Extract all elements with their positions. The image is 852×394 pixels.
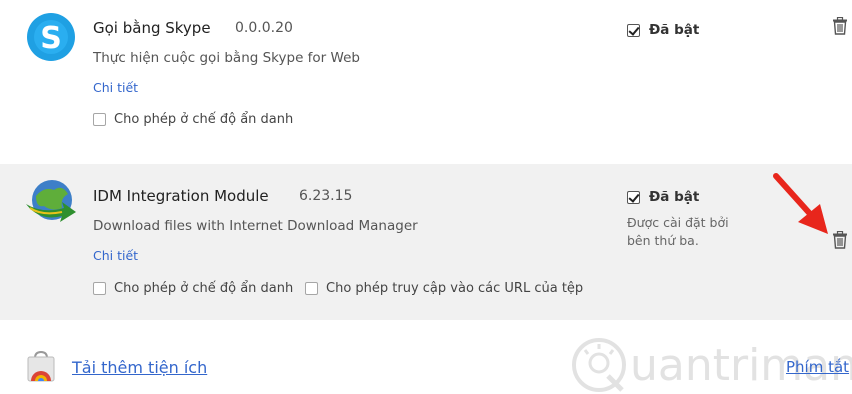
red-arrow-icon [773,173,828,234]
extension-name: IDM Integration Module [93,187,269,205]
file-url-checkbox-option[interactable]: Cho phép truy cập vào các URL của tệp [305,281,583,296]
details-link[interactable]: Chi tiết [93,80,138,95]
extension-item-skype: S Gọi bằng Skype 0.0.0.20 Thực hiện cuộc… [0,0,852,150]
trash-icon[interactable] [832,231,848,249]
web-store-icon [27,350,55,382]
incognito-label: Cho phép ở chế độ ẩn danh [114,112,294,127]
extension-description: Download files with Internet Download Ma… [93,218,418,234]
enabled-checkbox[interactable] [627,190,640,204]
extension-version: 6.23.15 [299,188,353,204]
installed-by-third-party-note: Được cài đặt bởi bên thứ ba. [627,215,729,248]
extension-item-idm: IDM Integration Module 6.23.15 Download … [0,164,852,320]
enabled-toggle[interactable]: Đã bật [627,189,699,205]
enabled-checkbox[interactable] [627,23,640,37]
file-url-label: Cho phép truy cập vào các URL của tệp [326,281,584,296]
keyboard-shortcuts-link[interactable]: Phím tắt [786,358,849,376]
extension-name: Gọi bằng Skype [93,19,211,37]
get-more-extensions-link[interactable]: Tải thêm tiện ích [72,358,207,377]
incognito-checkbox[interactable] [93,113,106,126]
extension-description: Thực hiện cuộc gọi bằng Skype for Web [93,50,360,66]
trash-icon[interactable] [832,17,848,35]
file-url-checkbox[interactable] [305,282,318,295]
enabled-label: Đã bật [649,22,700,38]
extension-version: 0.0.0.20 [235,20,293,36]
incognito-label: Cho phép ở chế độ ẩn danh [114,281,294,296]
enabled-label: Đã bật [649,189,700,205]
incognito-checkbox-option[interactable]: Cho phép ở chế độ ẩn danh [93,281,293,296]
skype-icon: S [27,13,75,61]
incognito-checkbox[interactable] [93,282,106,295]
svg-text:S: S [40,21,62,56]
idm-icon [26,180,76,222]
enabled-toggle[interactable]: Đã bật [627,22,699,38]
incognito-checkbox-option[interactable]: Cho phép ở chế độ ẩn danh [93,112,293,127]
details-link[interactable]: Chi tiết [93,248,138,263]
